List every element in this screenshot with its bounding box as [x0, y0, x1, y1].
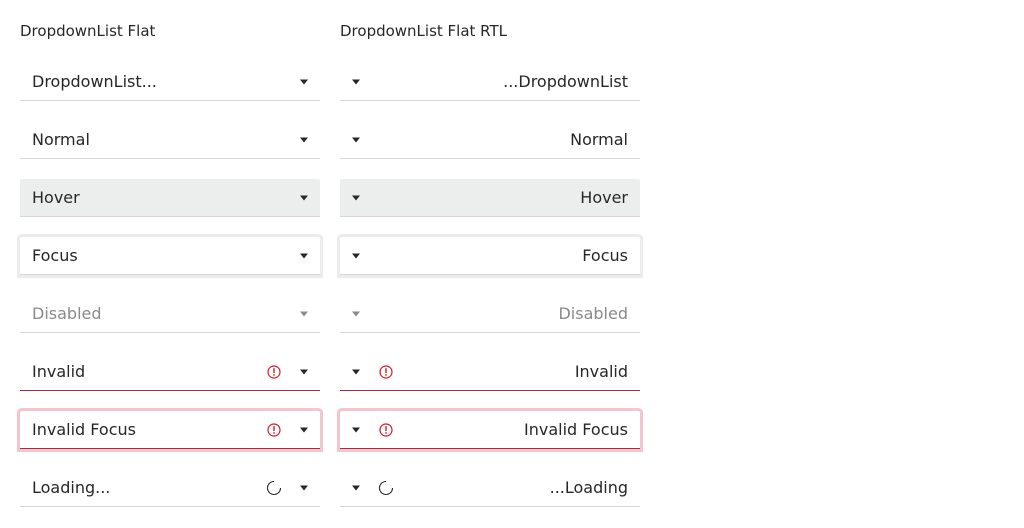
dropdownlist-invalid[interactable]: Invalid: [20, 353, 320, 391]
dropdownlist-disabled: Disabled: [340, 295, 640, 333]
caret-down-icon[interactable]: [346, 362, 366, 382]
dropdownlist-hover[interactable]: Hover: [20, 179, 320, 217]
dropdown-value: Hover: [32, 188, 80, 207]
caret-down-icon[interactable]: [294, 362, 314, 382]
dropdown-value: ...Loading: [549, 478, 628, 497]
caret-down-icon: [346, 304, 366, 324]
exclamation-circle-icon: [266, 364, 282, 380]
caret-down-icon[interactable]: [294, 130, 314, 150]
dropdownlist-normal[interactable]: Normal: [340, 121, 640, 159]
dropdown-value: Loading...: [32, 478, 111, 497]
caret-down-icon: [294, 304, 314, 324]
dropdown-value: Focus: [582, 246, 628, 265]
dropdownlist-invalid-focus[interactable]: Invalid Focus: [20, 411, 320, 449]
dropdown-value: Invalid: [574, 362, 628, 381]
caret-down-icon[interactable]: [346, 246, 366, 266]
dropdownlist-focus[interactable]: Focus: [340, 237, 640, 275]
caret-down-icon[interactable]: [346, 420, 366, 440]
dropdownlist-loading[interactable]: Loading...: [20, 469, 320, 507]
dropdownlist-default[interactable]: ...DropdownList: [340, 63, 640, 101]
column-title: DropdownList Flat: [20, 22, 156, 40]
exclamation-circle-icon: [378, 364, 394, 380]
caret-down-icon[interactable]: [346, 478, 366, 498]
dropdown-value: Focus: [32, 246, 78, 265]
dropdown-value: ...DropdownList: [503, 72, 628, 91]
dropdownlist-loading[interactable]: ...Loading: [340, 469, 640, 507]
dropdown-value: Normal: [32, 130, 90, 149]
dropdownlist-default[interactable]: DropdownList...: [20, 63, 320, 101]
dropdown-value: Invalid: [32, 362, 86, 381]
dropdownlist-invalid-focus[interactable]: Invalid Focus: [340, 411, 640, 449]
dropdownlist-disabled: Disabled: [20, 295, 320, 333]
caret-down-icon[interactable]: [294, 72, 314, 92]
caret-down-icon[interactable]: [294, 420, 314, 440]
dropdownlist-normal[interactable]: Normal: [20, 121, 320, 159]
caret-down-icon[interactable]: [294, 478, 314, 498]
dropdown-value: DropdownList...: [32, 72, 157, 91]
spinner-icon: [266, 480, 282, 496]
spinner-icon: [378, 480, 394, 496]
caret-down-icon[interactable]: [294, 246, 314, 266]
dropdown-value: Hover: [580, 188, 628, 207]
dropdown-value: Normal: [570, 130, 628, 149]
caret-down-icon[interactable]: [294, 188, 314, 208]
column-title: DropdownList Flat RTL: [340, 22, 508, 40]
dropdownlist-hover[interactable]: Hover: [340, 179, 640, 217]
dropdownlist-focus[interactable]: Focus: [20, 237, 320, 275]
dropdown-value: Disabled: [558, 304, 628, 323]
caret-down-icon[interactable]: [346, 188, 366, 208]
caret-down-icon[interactable]: [346, 130, 366, 150]
caret-down-icon[interactable]: [346, 72, 366, 92]
dropdown-value: Invalid Focus: [524, 420, 628, 439]
exclamation-circle-icon: [378, 422, 394, 438]
dropdown-value: Invalid Focus: [32, 420, 136, 439]
dropdownlist-invalid[interactable]: Invalid: [340, 353, 640, 391]
exclamation-circle-icon: [266, 422, 282, 438]
dropdown-value: Disabled: [32, 304, 102, 323]
